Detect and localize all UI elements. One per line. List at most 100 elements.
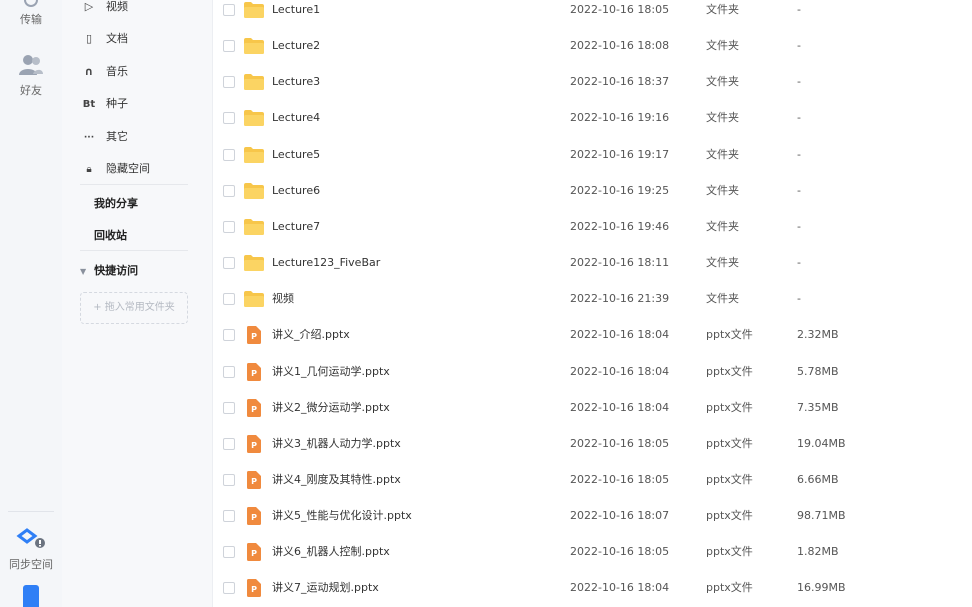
file-name[interactable]: Lecture7 — [272, 209, 320, 245]
file-row[interactable]: Lecture2 2022-10-16 18:08 文件夹 - — [212, 28, 972, 64]
file-type: 文件夹 — [706, 183, 739, 197]
file-row[interactable]: Lecture123_FiveBar 2022-10-16 18:11 文件夹 - — [212, 245, 972, 281]
friends-icon — [19, 55, 43, 75]
file-name[interactable]: Lecture123_FiveBar — [272, 245, 380, 281]
transfer-icon — [24, 0, 38, 7]
rail-transfer[interactable]: 传输 — [0, 0, 62, 27]
file-name[interactable]: 讲义1_几何运动学.pptx — [272, 354, 390, 390]
file-size: - — [797, 183, 801, 197]
file-size: - — [797, 75, 801, 89]
sidebar-item-hidden-space[interactable]: 🔒︎ 隐藏空间 — [82, 156, 150, 182]
file-row[interactable]: Lecture1 2022-10-16 18:05 文件夹 - — [212, 0, 972, 28]
row-checkbox[interactable] — [223, 112, 235, 125]
file-size: - — [797, 256, 801, 270]
rail-divider — [8, 511, 54, 512]
row-checkbox[interactable] — [223, 437, 235, 450]
row-checkbox[interactable] — [223, 40, 235, 53]
file-row[interactable]: P 讲义4_刚度及其特性.pptx 2022-10-16 18:05 pptx文件 6.… — [212, 462, 972, 498]
file-modified-date: 2022-10-16 18:07 — [570, 509, 670, 523]
file-modified-date: 2022-10-16 19:16 — [570, 111, 670, 125]
file-name[interactable]: 讲义4_刚度及其特性.pptx — [272, 462, 401, 498]
row-checkbox[interactable] — [223, 582, 235, 595]
file-size: 1.82MB — [797, 545, 839, 559]
row-checkbox[interactable] — [223, 401, 235, 414]
file-size: 19.04MB — [797, 436, 846, 450]
file-row[interactable]: Lecture6 2022-10-16 19:25 文件夹 - — [212, 173, 972, 209]
pptx-icon: P — [247, 398, 261, 417]
sidebar-item-label: 种子 — [106, 97, 128, 110]
file-name[interactable]: 讲义7_运动规划.pptx — [272, 570, 379, 606]
row-checkbox[interactable] — [223, 365, 235, 378]
sidebar-divider — [80, 250, 188, 251]
row-checkbox[interactable] — [223, 220, 235, 233]
file-row[interactable]: P 讲义_介绍.pptx 2022-10-16 18:04 pptx文件 2.32MB — [212, 317, 972, 353]
file-row[interactable]: Lecture5 2022-10-16 19:17 文件夹 - — [212, 137, 972, 173]
file-modified-date: 2022-10-16 18:05 — [570, 436, 670, 450]
sidebar-item-label: 文档 — [106, 32, 128, 45]
sidebar-item-label: 隐藏空间 — [106, 162, 150, 175]
sidebar-item-other[interactable]: ··· 其它 — [82, 124, 128, 150]
file-name[interactable]: 视频 — [272, 281, 294, 317]
row-checkbox[interactable] — [223, 184, 235, 197]
svg-text:P: P — [251, 332, 257, 341]
folder-icon — [244, 182, 264, 199]
file-modified-date: 2022-10-16 18:04 — [570, 581, 670, 595]
row-checkbox[interactable] — [223, 4, 235, 16]
more-icon: ··· — [83, 133, 95, 143]
rail-sync[interactable]: 同步空间 — [0, 528, 62, 572]
sidebar-item-music[interactable]: ∩ 音乐 — [82, 59, 128, 85]
file-size: 7.35MB — [797, 400, 839, 414]
file-size: 2.32MB — [797, 328, 839, 342]
headphones-icon: ∩ — [84, 65, 94, 78]
file-row[interactable]: Lecture7 2022-10-16 19:46 文件夹 - — [212, 209, 972, 245]
row-checkbox[interactable] — [223, 546, 235, 559]
sidebar-item-label: 音乐 — [106, 65, 128, 78]
file-row[interactable]: P 讲义2_微分运动学.pptx 2022-10-16 18:04 pptx文件 7.3… — [212, 390, 972, 426]
play-icon: ▷ — [84, 0, 94, 13]
row-checkbox[interactable] — [223, 510, 235, 523]
file-row[interactable]: P 讲义5_性能与优化设计.pptx 2022-10-16 18:07 pptx文件 9… — [212, 498, 972, 534]
file-name[interactable]: Lecture5 — [272, 137, 320, 173]
folder-icon — [244, 38, 264, 55]
row-checkbox[interactable] — [223, 329, 235, 342]
file-row[interactable]: P 讲义6_机器人控制.pptx 2022-10-16 18:05 pptx文件 1.8… — [212, 534, 972, 570]
file-name[interactable]: 讲义3_机器人动力学.pptx — [272, 426, 401, 462]
file-name[interactable]: Lecture4 — [272, 100, 320, 136]
row-checkbox[interactable] — [223, 76, 235, 89]
file-row[interactable]: 视频 2022-10-16 21:39 文件夹 - — [212, 281, 972, 317]
file-row[interactable]: Lecture3 2022-10-16 18:37 文件夹 - — [212, 64, 972, 100]
file-name[interactable]: 讲义5_性能与优化设计.pptx — [272, 498, 412, 534]
app-rail: 传输 好友 同步空间 — [0, 0, 63, 607]
quick-access-toggle[interactable]: ▼ 快捷访问 — [80, 262, 138, 278]
file-name[interactable]: 讲义_介绍.pptx — [272, 317, 350, 353]
sidebar-item-my-share[interactable]: 我的分享 — [94, 195, 138, 211]
file-modified-date: 2022-10-16 18:04 — [570, 364, 670, 378]
sidebar-item-documents[interactable]: ▯ 文档 — [82, 26, 128, 52]
file-name[interactable]: Lecture6 — [272, 173, 320, 209]
pptx-icon: P — [247, 507, 261, 526]
row-checkbox[interactable] — [223, 257, 235, 270]
file-row[interactable]: P 讲义7_运动规划.pptx 2022-10-16 18:04 pptx文件 16.9… — [212, 570, 972, 606]
file-row[interactable]: P 讲义1_几何运动学.pptx 2022-10-16 18:04 pptx文件 5.7… — [212, 354, 972, 390]
file-name[interactable]: Lecture2 — [272, 28, 320, 64]
phone-icon[interactable] — [23, 585, 39, 607]
sidebar-item-torrent[interactable]: Bt 种子 — [82, 91, 128, 117]
file-name[interactable]: 讲义6_机器人控制.pptx — [272, 534, 390, 570]
file-type: 文件夹 — [706, 111, 739, 125]
file-row[interactable]: P 讲义3_机器人动力学.pptx 2022-10-16 18:05 pptx文件 19… — [212, 426, 972, 462]
file-name[interactable]: Lecture1 — [272, 0, 320, 28]
svg-text:P: P — [251, 549, 257, 558]
sidebar-item-video[interactable]: ▷ 视频 — [82, 0, 128, 20]
row-checkbox[interactable] — [223, 148, 235, 161]
folder-icon — [244, 218, 264, 235]
file-row[interactable]: Lecture4 2022-10-16 19:16 文件夹 - — [212, 100, 972, 136]
sidebar-item-recycle-bin[interactable]: 回收站 — [94, 227, 127, 243]
file-type: 文件夹 — [706, 39, 739, 53]
row-checkbox[interactable] — [223, 473, 235, 486]
file-name[interactable]: Lecture3 — [272, 64, 320, 100]
drop-favorite-folder-zone[interactable]: + 拖入常用文件夹 — [80, 292, 188, 324]
rail-friends[interactable]: 好友 — [0, 54, 62, 98]
file-type: pptx文件 — [706, 400, 753, 414]
row-checkbox[interactable] — [223, 293, 235, 306]
file-name[interactable]: 讲义2_微分运动学.pptx — [272, 390, 390, 426]
